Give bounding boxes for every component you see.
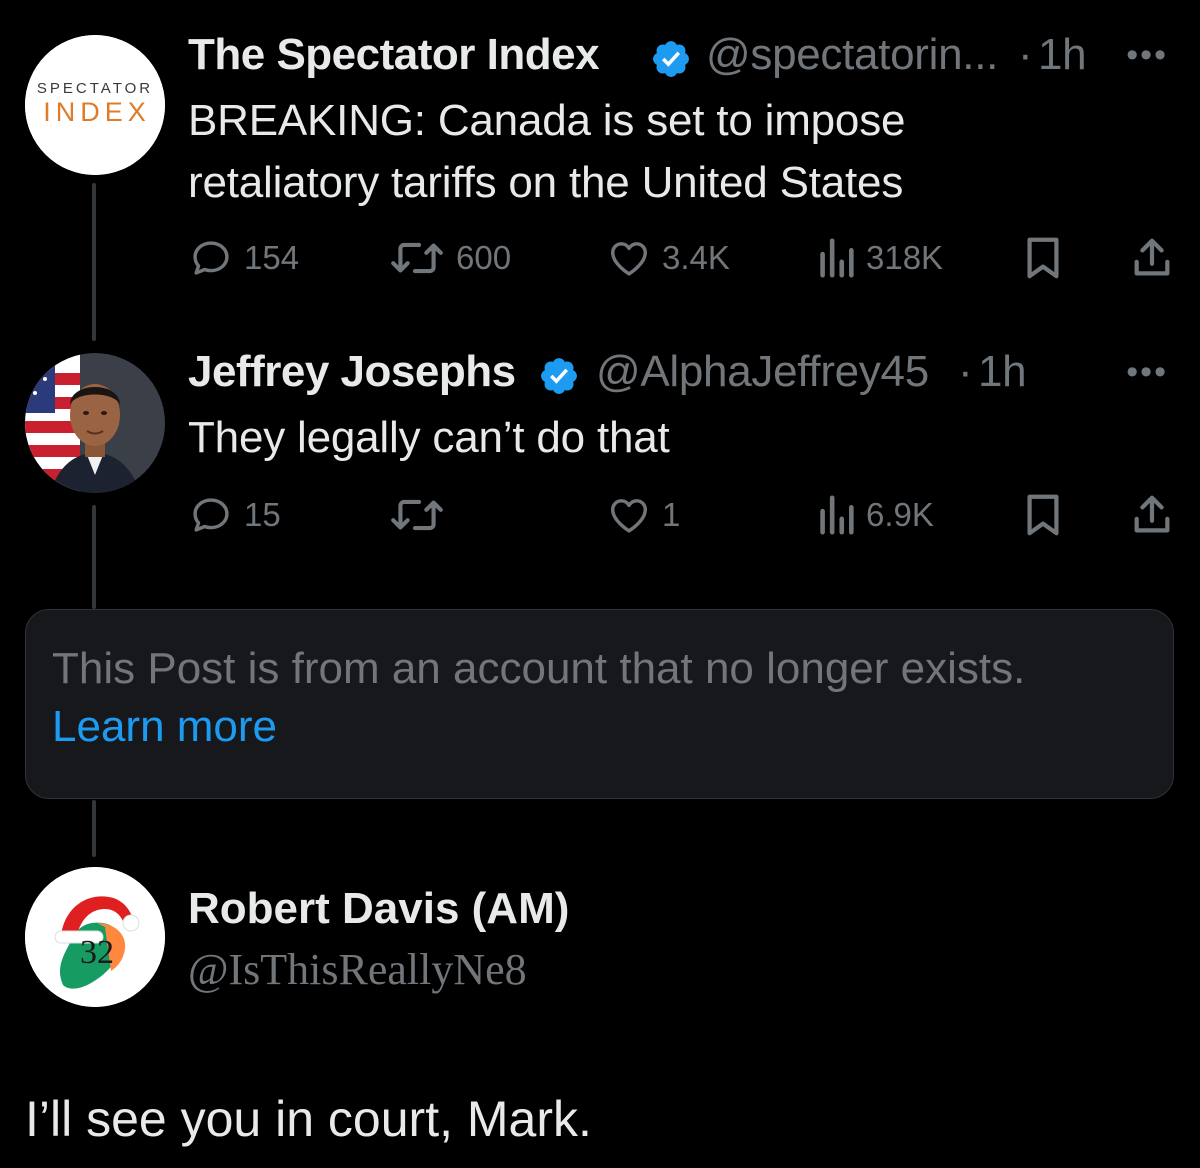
like-icon [610, 242, 648, 276]
repost-icon [391, 499, 443, 531]
more-icon[interactable]: ••• [1126, 36, 1168, 75]
bookmark-icon [1027, 494, 1059, 536]
share-button[interactable] [1130, 233, 1174, 283]
like-icon [610, 499, 648, 533]
deleted-post-notice: This Post is from an account that no lon… [25, 609, 1174, 799]
thread-line [92, 183, 96, 341]
thread-line [92, 800, 96, 857]
post-jeffrey-josephs[interactable]: Jeffrey Josephs @AlphaJeffrey45 · 1h •••… [188, 347, 1170, 469]
author-handle[interactable]: @spectatorin... [706, 30, 998, 80]
post-text: They legally can’t do that [188, 413, 670, 462]
avatar-number: 32 [80, 934, 114, 971]
post-time[interactable]: 1h [1038, 30, 1087, 80]
like-button[interactable]: 1 [606, 490, 680, 540]
author-name[interactable]: The Spectator Index [188, 30, 600, 80]
repost-button[interactable] [388, 490, 456, 540]
time-separator: · [958, 347, 973, 396]
reply-button[interactable]: 154 [188, 233, 299, 283]
post-text: BREAKING: Canada is set to impose retali… [188, 90, 1170, 214]
bookmark-button[interactable] [1023, 233, 1063, 283]
reply-count: 154 [244, 239, 300, 276]
post-actions: 154 600 3.4K 318K [188, 233, 1178, 283]
post-text-line: retaliatory tariffs on the United States [188, 158, 904, 207]
author-name[interactable]: Jeffrey Josephs [188, 347, 516, 397]
post-time[interactable]: 1h [978, 347, 1027, 397]
avatar-jeffrey-josephs[interactable] [25, 353, 165, 493]
post-text-line: BREAKING: Canada is set to impose [188, 96, 906, 145]
views-icon [820, 495, 854, 535]
author-handle[interactable]: @AlphaJeffrey45 [596, 347, 929, 397]
view-count: 6.9K [866, 496, 934, 533]
post-text: I’ll see you in court, Mark. [25, 1091, 592, 1147]
avatar-robert-davis[interactable]: 32 [25, 867, 165, 1007]
avatar-logo-bottom: INDEX [43, 97, 151, 127]
avatar-logo-top: SPECTATOR [37, 80, 153, 97]
share-icon [1134, 495, 1170, 533]
share-button[interactable] [1130, 490, 1174, 540]
verified-badge-icon [653, 41, 689, 77]
reply-button[interactable]: 15 [188, 490, 281, 540]
post-spectator-index[interactable]: The Spectator Index @spectatorin... · 1h… [188, 30, 1170, 214]
bookmark-icon [1027, 237, 1059, 279]
views-button[interactable]: 318K [816, 233, 943, 283]
reply-count: 15 [244, 496, 281, 533]
repost-count: 600 [456, 239, 512, 276]
bookmark-button[interactable] [1023, 490, 1063, 540]
verified-badge-icon [541, 358, 577, 394]
notice-text: This Post is from an account that no lon… [52, 644, 1026, 693]
repost-icon [391, 242, 443, 274]
thread-line [92, 505, 96, 609]
time-separator: · [1018, 30, 1033, 79]
views-button[interactable]: 6.9K [816, 490, 934, 540]
view-count: 318K [866, 239, 944, 276]
like-count: 3.4K [662, 239, 730, 276]
post-header: The Spectator Index @spectatorin... · 1h… [188, 30, 1170, 86]
more-icon[interactable]: ••• [1126, 353, 1168, 392]
reply-icon [193, 241, 229, 275]
reply-icon [193, 498, 229, 532]
like-button[interactable]: 3.4K [606, 233, 730, 283]
post-actions: 15 1 6.9K [188, 490, 1178, 540]
avatar-spectator-index[interactable]: SPECTATOR INDEX [25, 35, 165, 175]
share-icon [1134, 238, 1170, 276]
author-name[interactable]: Robert Davis (AM) [188, 884, 569, 934]
views-icon [820, 238, 854, 278]
learn-more-link[interactable]: Learn more [52, 698, 1147, 756]
post-header: Jeffrey Josephs @AlphaJeffrey45 · 1h ••• [188, 347, 1170, 403]
author-handle[interactable]: @IsThisReallyNe8 [188, 944, 527, 995]
repost-button[interactable]: 600 [388, 233, 511, 283]
like-count: 1 [662, 496, 681, 533]
